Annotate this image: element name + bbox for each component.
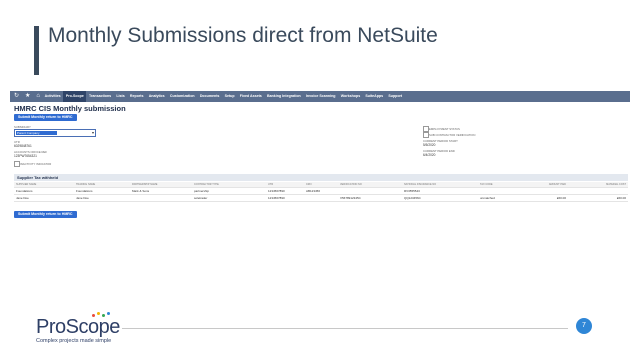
- nav-item-reports[interactable]: Reports: [127, 91, 146, 102]
- slide-title: Monthly Submissions direct from NetSuite: [48, 24, 438, 47]
- page-number-badge: 7: [576, 318, 592, 334]
- footer-divider: [122, 328, 568, 329]
- cell-partnership-name: Mark & Sons: [132, 189, 150, 193]
- cell-trading-name: Jane Doe: [76, 196, 89, 200]
- nav-item-customization[interactable]: Customization: [167, 91, 197, 102]
- netsuite-nav-bar: ↻ ★ ⌂ Activities Pro-Scope Transactions …: [10, 91, 630, 102]
- nav-item-documents[interactable]: Documents: [197, 91, 222, 102]
- submit-monthly-return-button-bottom[interactable]: Submit Monthly return to HMRC: [14, 211, 77, 218]
- logo-dot-red: [92, 314, 95, 317]
- utr-value: 6029848761: [14, 144, 32, 148]
- nav-item-analytics[interactable]: Analytics: [146, 91, 167, 102]
- logo-dot-blue: [107, 312, 110, 315]
- logo-wordmark: ProScope: [36, 316, 120, 338]
- col-header-utr: UTR: [268, 183, 274, 186]
- cell-supplier-name: Foundations: [16, 189, 33, 193]
- accounts-office-ref-value: 123PW7654321: [14, 154, 37, 158]
- nav-item-workshops[interactable]: Workshops: [338, 91, 363, 102]
- nav-item-pro-scope[interactable]: Pro-Scope: [63, 91, 87, 102]
- col-header-verification-no: Verification No: [340, 183, 362, 186]
- star-icon[interactable]: ★: [25, 91, 30, 102]
- supplier-tax-sublist-header: Supplier Tax withheld: [14, 174, 628, 181]
- cell-material-cost: £60.00: [616, 196, 626, 200]
- cell-trading-name: Foundations: [76, 189, 93, 193]
- employment-status-label: Employment Status: [429, 127, 460, 131]
- page-title: HMRC CIS Monthly submission: [14, 104, 126, 113]
- nav-item-banking-integration[interactable]: Banking Integration: [264, 91, 303, 102]
- nav-item-activities[interactable]: Activities: [42, 91, 63, 102]
- cell-contractor-type: soletrader: [194, 196, 208, 200]
- submit-monthly-return-button[interactable]: Submit Monthly return to HMRC: [14, 114, 77, 121]
- nav-item-lists[interactable]: Lists: [114, 91, 128, 102]
- supplier-tax-table: Supplier Name Trading Name Partnership N…: [14, 182, 628, 202]
- logo-dot-yellow: [97, 312, 100, 315]
- cell-contractor-type: partnership: [194, 189, 210, 193]
- nav-item-transactions[interactable]: Transactions: [86, 91, 113, 102]
- period-end-value: 6/4/2020: [423, 153, 436, 157]
- netsuite-screenshot: ↻ ★ ⌂ Activities Pro-Scope Transactions …: [10, 91, 630, 219]
- col-header-trading-name: Trading Name: [76, 183, 96, 186]
- history-icon[interactable]: ↻: [14, 91, 19, 102]
- col-header-crn: CRN: [306, 183, 312, 186]
- sublist-title[interactable]: Supplier Tax withheld: [17, 174, 58, 181]
- table-row: Jane Doe Jane Doe soletrader 1234567890 …: [14, 195, 628, 202]
- verification-label: Sub Contractor Verification: [429, 133, 476, 137]
- cell-tax-code: unmatched: [480, 196, 495, 200]
- nav-item-suiteapps[interactable]: SuiteApps: [363, 91, 386, 102]
- title-accent-bar: [34, 26, 39, 75]
- cell-utr: 1234567890: [268, 196, 285, 200]
- nav-item-fixed-assets[interactable]: Fixed Assets: [237, 91, 264, 102]
- logo-dot-green: [102, 314, 105, 317]
- home-icon[interactable]: ⌂: [36, 91, 40, 102]
- col-header-amount-paid: Amount Paid: [548, 183, 566, 186]
- nav-item-setup[interactable]: Setup: [222, 91, 237, 102]
- nav-item-invoice-scanning[interactable]: Invoice Scanning: [303, 91, 338, 102]
- cell-ni-no: RV3555543: [404, 189, 420, 193]
- cell-supplier-name: Jane Doe: [16, 196, 29, 200]
- col-header-contractor-type: Contractor Type: [194, 183, 219, 186]
- cell-verification-no: V5678912345C: [340, 196, 361, 200]
- period-start-value: 5/5/2020: [423, 143, 436, 147]
- cell-utr: 1234567890: [268, 189, 285, 193]
- nav-item-support[interactable]: Support: [386, 91, 405, 102]
- subsidiary-select[interactable]: Parent Company ▾: [14, 129, 96, 137]
- chevron-down-icon: ▾: [91, 130, 94, 135]
- col-header-ni-no: National Insurance No: [404, 183, 437, 186]
- cell-amount-paid: £60.00: [556, 196, 566, 200]
- cell-crn: AB123456: [306, 189, 321, 193]
- col-header-tax-code: Tax Code: [480, 183, 493, 186]
- inactivity-indicator-label: Inactivity Indicator: [20, 162, 52, 166]
- subsidiary-selected-value: Parent Company: [16, 130, 57, 135]
- proscope-logo: ProScope Complex projects made simple: [36, 312, 120, 344]
- col-header-partnership-name: Partnership Name: [132, 183, 158, 186]
- cell-ni-no: QQ123456C: [404, 196, 421, 200]
- col-header-supplier-name: Supplier Name: [16, 183, 37, 186]
- logo-tagline: Complex projects made simple: [36, 338, 112, 344]
- col-header-material-cost: Material Cost: [606, 183, 626, 186]
- table-row: Foundations Foundations Mark & Sons part…: [14, 188, 628, 195]
